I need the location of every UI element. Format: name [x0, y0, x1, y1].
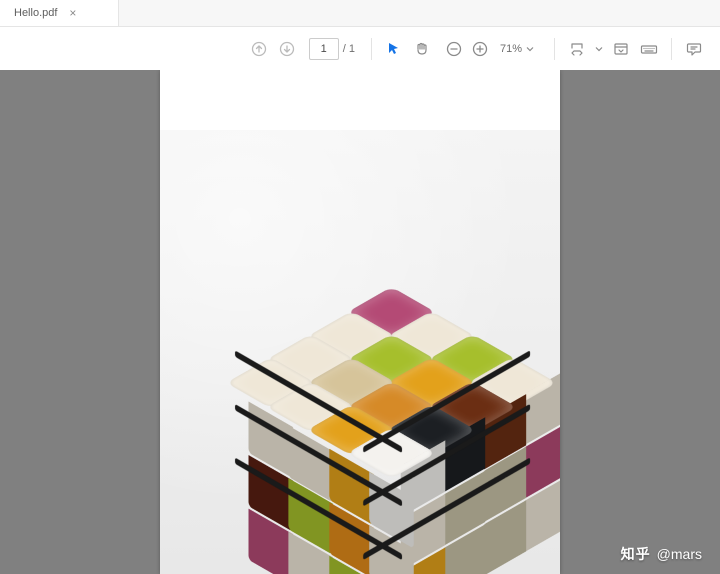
comment-button[interactable]	[682, 37, 706, 61]
fit-width-dropdown[interactable]	[593, 37, 605, 61]
document-viewer[interactable]	[0, 70, 720, 574]
separator	[371, 38, 372, 60]
zoom-group: 71%	[442, 37, 540, 61]
zoom-in-icon	[472, 41, 488, 57]
tab-label: Hello.pdf	[14, 7, 57, 19]
zoom-level-dropdown[interactable]: 71%	[494, 37, 540, 61]
chevron-down-icon	[595, 45, 603, 53]
zoom-out-button[interactable]	[442, 37, 466, 61]
tab-hello-pdf[interactable]: Hello.pdf ×	[0, 0, 119, 26]
separator	[554, 38, 555, 60]
up-arrow-icon	[251, 41, 267, 57]
zoom-out-icon	[446, 41, 462, 57]
tab-strip: Hello.pdf ×	[0, 0, 720, 27]
page-current-input[interactable]	[309, 38, 339, 60]
keyboard-button[interactable]	[637, 37, 661, 61]
hand-icon	[414, 41, 430, 57]
cake-photo	[160, 130, 560, 574]
read-mode-icon	[613, 41, 629, 57]
fit-width-button[interactable]	[565, 37, 589, 61]
comment-icon	[686, 41, 702, 57]
page-total-label: / 1	[343, 43, 355, 55]
page-up-button[interactable]	[247, 37, 271, 61]
zhihu-logo: 知乎	[621, 544, 651, 564]
fit-width-icon	[569, 41, 585, 57]
zoom-in-button[interactable]	[468, 37, 492, 61]
page-whitespace	[160, 70, 560, 130]
down-arrow-icon	[279, 41, 295, 57]
toolbar: / 1 71%	[0, 27, 720, 72]
page-down-button[interactable]	[275, 37, 299, 61]
watermark: 知乎 @mars	[621, 544, 702, 564]
pdf-page	[160, 70, 560, 574]
read-mode-button[interactable]	[609, 37, 633, 61]
tab-strip-spacer	[119, 0, 720, 26]
watermark-handle: @mars	[657, 546, 702, 562]
cursor-icon	[387, 42, 401, 56]
keyboard-icon	[640, 41, 658, 57]
chevron-down-icon	[526, 45, 534, 53]
page-number-group: / 1	[309, 38, 355, 60]
zoom-level-label: 71%	[500, 43, 522, 55]
hand-tool-button[interactable]	[410, 37, 434, 61]
close-icon[interactable]: ×	[67, 5, 78, 21]
separator	[671, 38, 672, 60]
select-tool-button[interactable]	[382, 37, 406, 61]
